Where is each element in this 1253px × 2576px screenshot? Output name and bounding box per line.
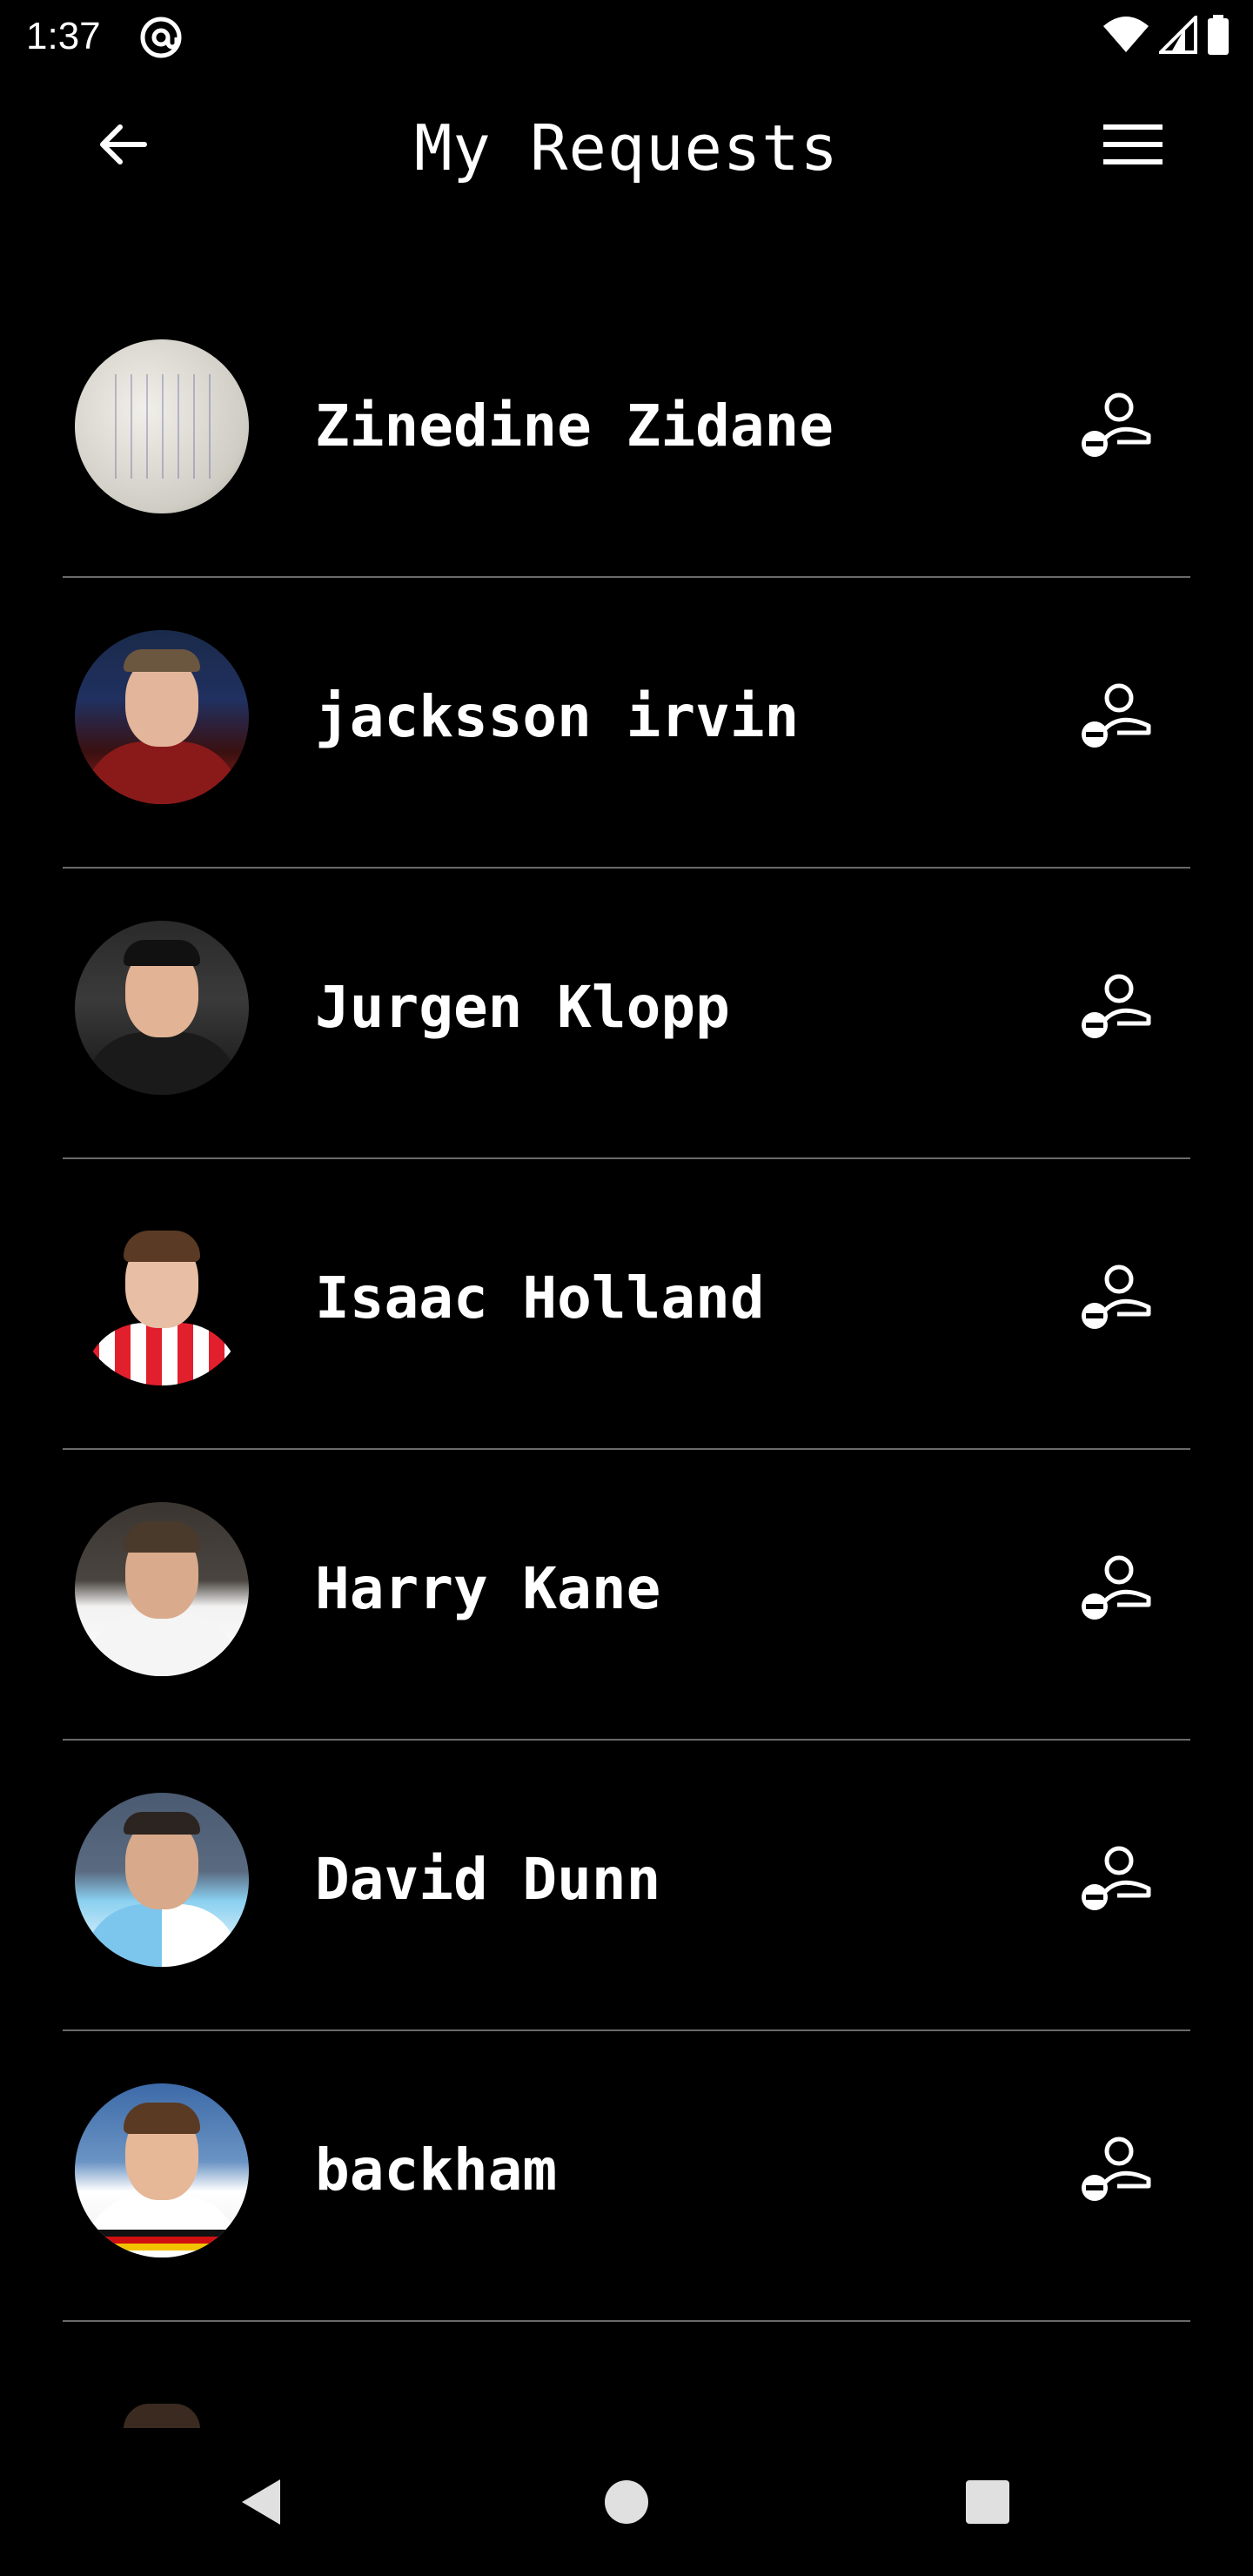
- avatar: [75, 2083, 249, 2257]
- app-bar: My Requests: [0, 73, 1253, 230]
- avatar: [75, 630, 249, 804]
- nav-home-button[interactable]: [587, 2463, 666, 2541]
- list-item[interactable]: Zinedine Zidane: [63, 287, 1190, 578]
- remove-request-button[interactable]: [1072, 963, 1159, 1050]
- person-name: Jurgen Klopp: [315, 974, 730, 1041]
- wifi-icon: [1102, 16, 1150, 57]
- avatar: [75, 1502, 249, 1676]
- status-indicators: [1102, 13, 1230, 59]
- nav-back-triangle-icon: [242, 2479, 280, 2525]
- nav-recents-button[interactable]: [948, 2463, 1027, 2541]
- remove-user-icon: [1082, 974, 1151, 1038]
- status-time: 1:37: [26, 15, 101, 57]
- person-name: Zinedine Zidane: [315, 392, 834, 460]
- remove-request-button[interactable]: [1072, 1835, 1159, 1922]
- list-item-partial[interactable]: [63, 2322, 1190, 2428]
- status-bar: 1:37: [0, 0, 1253, 73]
- list-item[interactable]: Harry Kane: [63, 1450, 1190, 1741]
- list-item[interactable]: backham: [63, 2031, 1190, 2322]
- person-name: Harry Kane: [315, 1555, 661, 1622]
- remove-user-icon: [1082, 1265, 1151, 1329]
- remove-user-icon: [1082, 392, 1151, 457]
- avatar: [75, 339, 249, 513]
- list-item[interactable]: Isaac Holland: [63, 1159, 1190, 1450]
- system-nav-bar: [0, 2428, 1253, 2576]
- list-item[interactable]: David Dunn: [63, 1741, 1190, 2031]
- remove-user-icon: [1082, 1555, 1151, 1620]
- battery-icon: [1206, 15, 1230, 58]
- person-name: backham: [315, 2137, 558, 2204]
- list-item[interactable]: Jurgen Klopp: [63, 869, 1190, 1159]
- remove-request-button[interactable]: [1072, 1544, 1159, 1631]
- remove-request-button[interactable]: [1072, 1253, 1159, 1340]
- signal-icon: [1156, 13, 1197, 57]
- list-item[interactable]: jacksson irvin: [63, 578, 1190, 869]
- avatar: [75, 1793, 249, 1967]
- nav-back-button[interactable]: [222, 2463, 300, 2541]
- menu-button[interactable]: [1096, 108, 1169, 181]
- remove-user-icon: [1082, 1846, 1151, 1910]
- avatar: [75, 921, 249, 1095]
- page-title: My Requests: [414, 111, 839, 184]
- remove-request-button[interactable]: [1072, 381, 1159, 468]
- person-name: David Dunn: [315, 1846, 661, 1913]
- person-name: jacksson irvin: [315, 683, 800, 750]
- hamburger-menu-icon: [1103, 124, 1163, 164]
- at-sign-icon: [139, 16, 183, 59]
- remove-request-button[interactable]: [1072, 2125, 1159, 2212]
- avatar: [75, 1211, 249, 1385]
- remove-user-icon: [1082, 2137, 1151, 2201]
- nav-home-circle-icon: [605, 2480, 648, 2524]
- remove-user-icon: [1082, 683, 1151, 748]
- remove-request-button[interactable]: [1072, 672, 1159, 759]
- person-name: Isaac Holland: [315, 1265, 765, 1332]
- nav-recents-square-icon: [966, 2480, 1009, 2524]
- request-list[interactable]: Zinedine Zidane jacksson irvin Jurgen Kl…: [63, 287, 1190, 2428]
- avatar: [75, 2400, 249, 2428]
